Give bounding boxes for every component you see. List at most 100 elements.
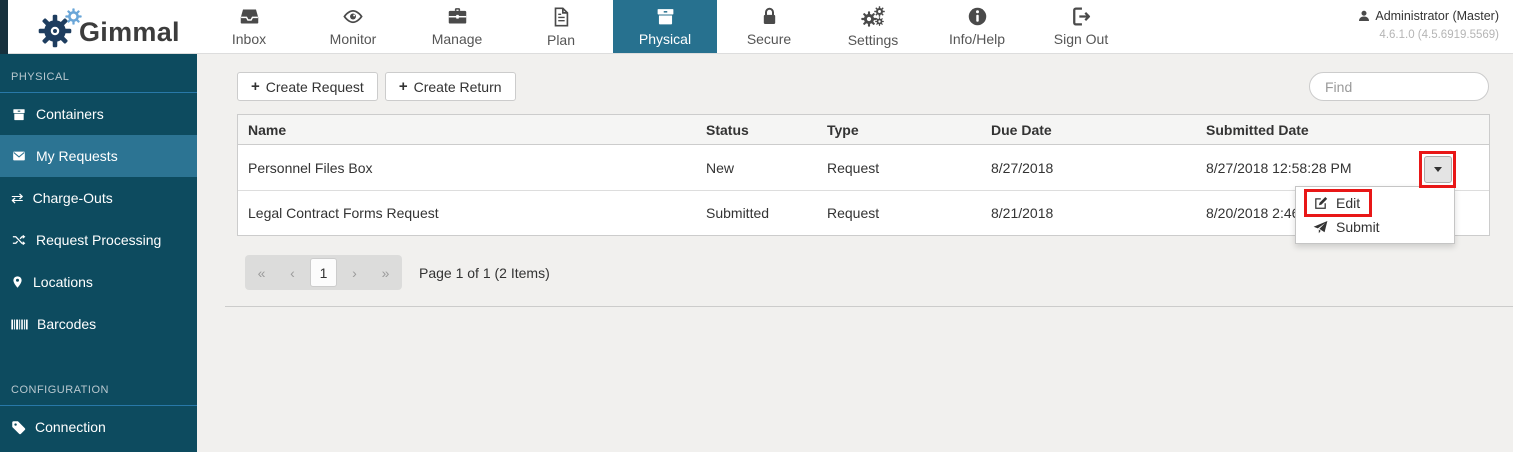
cell-due-date: 8/21/2018 <box>991 205 1206 221</box>
dropdown-item-submit[interactable]: Submit <box>1296 215 1454 239</box>
find-input[interactable] <box>1309 72 1489 101</box>
user-name: Administrator (Master) <box>1375 9 1499 23</box>
content-divider <box>225 306 1513 307</box>
nav-item-physical[interactable]: Physical <box>613 0 717 53</box>
document-icon <box>550 6 572 28</box>
envelope-icon <box>11 149 27 163</box>
dropdown-item-label: Edit <box>1336 195 1360 211</box>
sidebar-item-label: My Requests <box>36 148 118 164</box>
sidebar-item-request-processing[interactable]: Request Processing <box>0 219 197 261</box>
sidebar-item-label: Request Processing <box>36 232 161 248</box>
top-nav: Inbox Monitor <box>197 0 1133 54</box>
row-actions-dropdown-menu: Edit Submit <box>1295 186 1455 244</box>
sidebar-section-configuration: CONFIGURATION <box>0 367 197 405</box>
current-user[interactable]: Administrator (Master) <box>1358 9 1499 23</box>
inbox-icon <box>238 6 261 27</box>
column-header-due-date[interactable]: Due Date <box>991 122 1206 138</box>
table-row[interactable]: Personnel Files Box New Request 8/27/201… <box>238 145 1489 190</box>
paper-plane-icon <box>1313 220 1328 235</box>
column-header-status[interactable]: Status <box>706 122 827 138</box>
caret-down-icon <box>1434 167 1442 172</box>
column-header-type[interactable]: Type <box>827 122 991 138</box>
row-actions-dropdown-button[interactable] <box>1424 156 1452 183</box>
nav-label: Info/Help <box>949 31 1005 47</box>
create-return-label: Create Return <box>414 79 502 95</box>
left-edge-strip <box>0 0 8 54</box>
nav-item-info-help[interactable]: Info/Help <box>925 0 1029 53</box>
sidebar-item-label: Barcodes <box>37 316 96 332</box>
sign-out-icon <box>1070 6 1093 27</box>
pagination-summary: Page 1 of 1 (2 Items) <box>419 265 550 281</box>
gimmal-gear-icon <box>38 8 86 50</box>
pagination-next-button[interactable]: › <box>341 258 368 287</box>
map-pin-icon <box>11 274 24 290</box>
table-header-row: Name Status Type Due Date Submitted Date <box>238 115 1489 145</box>
top-header: Gimmal Inbox <box>0 0 1513 54</box>
pagination-last-button[interactable]: » <box>372 258 399 287</box>
column-header-name[interactable]: Name <box>238 122 706 138</box>
nav-item-secure[interactable]: Secure <box>717 0 821 53</box>
logo-text: Gimmal <box>79 19 180 46</box>
user-icon <box>1358 10 1370 22</box>
container-box-icon <box>11 107 27 122</box>
cell-name: Personnel Files Box <box>238 160 706 176</box>
cell-name: Legal Contract Forms Request <box>238 205 706 221</box>
nav-item-plan[interactable]: Plan <box>509 0 613 53</box>
gimmal-logo: Gimmal <box>38 6 180 50</box>
sidebar-item-my-requests[interactable]: My Requests <box>0 135 197 177</box>
barcode-icon <box>11 318 28 331</box>
dropdown-item-label: Submit <box>1336 219 1380 235</box>
shuffle-icon <box>11 233 27 247</box>
cell-type: Request <box>827 205 991 221</box>
pagination-page-1-button[interactable]: 1 <box>310 258 337 287</box>
sidebar-item-locations[interactable]: Locations <box>0 261 197 303</box>
info-icon <box>967 6 988 27</box>
tag-icon <box>11 420 26 435</box>
user-box: Administrator (Master) 4.6.1.0 (4.5.6919… <box>1358 9 1499 41</box>
cell-status: New <box>706 160 827 176</box>
cell-submitted-date: 8/27/2018 12:58:28 PM <box>1206 160 1421 176</box>
pagination-first-button[interactable]: « <box>248 258 275 287</box>
sidebar-item-label: Containers <box>36 106 104 122</box>
eye-icon <box>341 6 365 27</box>
sidebar-item-charge-outs[interactable]: ⇄ Charge-Outs <box>0 177 197 219</box>
cell-status: Submitted <box>706 205 827 221</box>
nav-label: Secure <box>747 31 791 47</box>
plus-icon: + <box>399 79 408 94</box>
main-content: + Create Request + Create Return Name St… <box>197 54 1513 452</box>
create-request-label: Create Request <box>266 79 364 95</box>
nav-item-inbox[interactable]: Inbox <box>197 0 301 53</box>
toolbar: + Create Request + Create Return <box>237 72 1489 101</box>
cell-due-date: 8/27/2018 <box>991 160 1206 176</box>
sidebar-item-connection[interactable]: Connection <box>0 406 197 448</box>
nav-item-settings[interactable]: Settings <box>821 0 925 53</box>
app-window: Gimmal Inbox <box>0 0 1513 452</box>
dropdown-item-edit[interactable]: Edit <box>1296 191 1454 215</box>
create-return-button[interactable]: + Create Return <box>385 72 516 101</box>
cell-type: Request <box>827 160 991 176</box>
nav-label: Plan <box>547 32 575 48</box>
pagination-group: « ‹ 1 › » <box>245 255 402 290</box>
lock-icon <box>759 6 780 27</box>
pagination: « ‹ 1 › » Page 1 of 1 (2 Items) <box>237 255 1513 290</box>
nav-item-monitor[interactable]: Monitor <box>301 0 405 53</box>
sidebar: PHYSICAL Containers My Requests <box>0 54 197 452</box>
nav-label: Inbox <box>232 31 266 47</box>
nav-label: Monitor <box>330 31 377 47</box>
nav-item-sign-out[interactable]: Sign Out <box>1029 0 1133 53</box>
swap-arrows-icon: ⇄ <box>11 191 24 206</box>
pagination-prev-button[interactable]: ‹ <box>279 258 306 287</box>
nav-label: Sign Out <box>1054 31 1108 47</box>
nav-item-manage[interactable]: Manage <box>405 0 509 53</box>
gears-icon <box>861 6 886 28</box>
nav-label: Manage <box>432 31 483 47</box>
briefcase-icon <box>446 6 469 27</box>
sidebar-spacer <box>0 345 197 367</box>
create-request-button[interactable]: + Create Request <box>237 72 378 101</box>
sidebar-item-containers[interactable]: Containers <box>0 93 197 135</box>
nav-label: Physical <box>639 31 691 47</box>
sidebar-item-barcodes[interactable]: Barcodes <box>0 303 197 345</box>
archive-box-icon <box>654 6 677 27</box>
sidebar-item-label: Connection <box>35 419 106 435</box>
column-header-submitted-date[interactable]: Submitted Date <box>1206 122 1421 138</box>
